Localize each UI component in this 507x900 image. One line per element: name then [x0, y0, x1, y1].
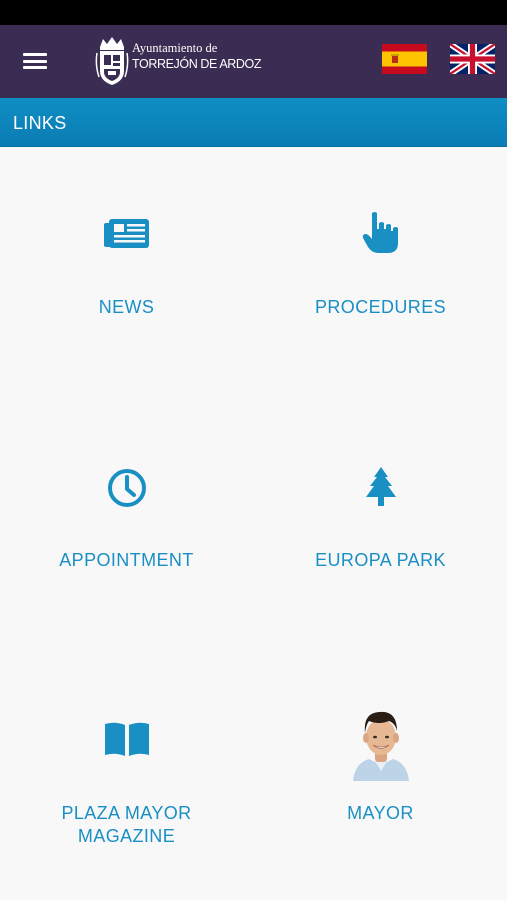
hamburger-menu-icon[interactable] — [22, 50, 48, 72]
coat-of-arms-icon — [95, 37, 129, 85]
link-label-europa-park: EUROPA PARK — [315, 550, 446, 570]
app-header: Ayuntamiento de TORREJÓN DE ARDOZ — [0, 25, 507, 98]
link-tile-news[interactable]: NEWS — [0, 147, 253, 400]
logo-title: Ayuntamiento de — [132, 41, 218, 55]
tree-icon — [365, 467, 396, 506]
link-tile-mayor[interactable]: MAYOR — [254, 653, 507, 900]
section-header: LINKS — [0, 98, 507, 147]
book-icon — [104, 722, 149, 756]
link-tile-procedures[interactable]: PROCEDURES — [254, 147, 507, 400]
status-bar — [0, 0, 507, 25]
link-tile-plaza-mayor-magazine[interactable]: PLAZA MAYOR MAGAZINE — [0, 653, 253, 900]
mayor-portrait — [352, 711, 409, 781]
link-label-appointment: APPOINTMENT — [59, 550, 194, 570]
spain-flag-icon[interactable] — [382, 44, 427, 74]
link-label-plaza-mayor-magazine: PLAZA MAYOR MAGAZINE — [0, 802, 253, 848]
section-title: LINKS — [13, 113, 67, 133]
link-label-line1: PLAZA MAYOR — [61, 803, 192, 823]
city-logo: Ayuntamiento de TORREJÓN DE ARDOZ — [95, 35, 262, 87]
link-label-procedures: PROCEDURES — [314, 297, 447, 317]
logo-city-name: TORREJÓN DE ARDOZ — [132, 56, 262, 71]
link-label-line2: MAGAZINE — [77, 826, 176, 846]
newspaper-icon — [103, 219, 149, 248]
link-tile-appointment[interactable]: APPOINTMENT — [0, 400, 253, 653]
link-label-news: NEWS — [98, 297, 155, 317]
uk-flag-icon[interactable] — [448, 41, 497, 77]
link-label-mayor: MAYOR — [347, 803, 414, 823]
clock-icon — [107, 469, 146, 507]
links-grid: NEWS PROCEDURES APPOINTMENT EUROPA PARK … — [0, 147, 507, 900]
pointing-hand-icon — [362, 212, 398, 253]
link-tile-europa-park[interactable]: EUROPA PARK — [254, 400, 507, 653]
